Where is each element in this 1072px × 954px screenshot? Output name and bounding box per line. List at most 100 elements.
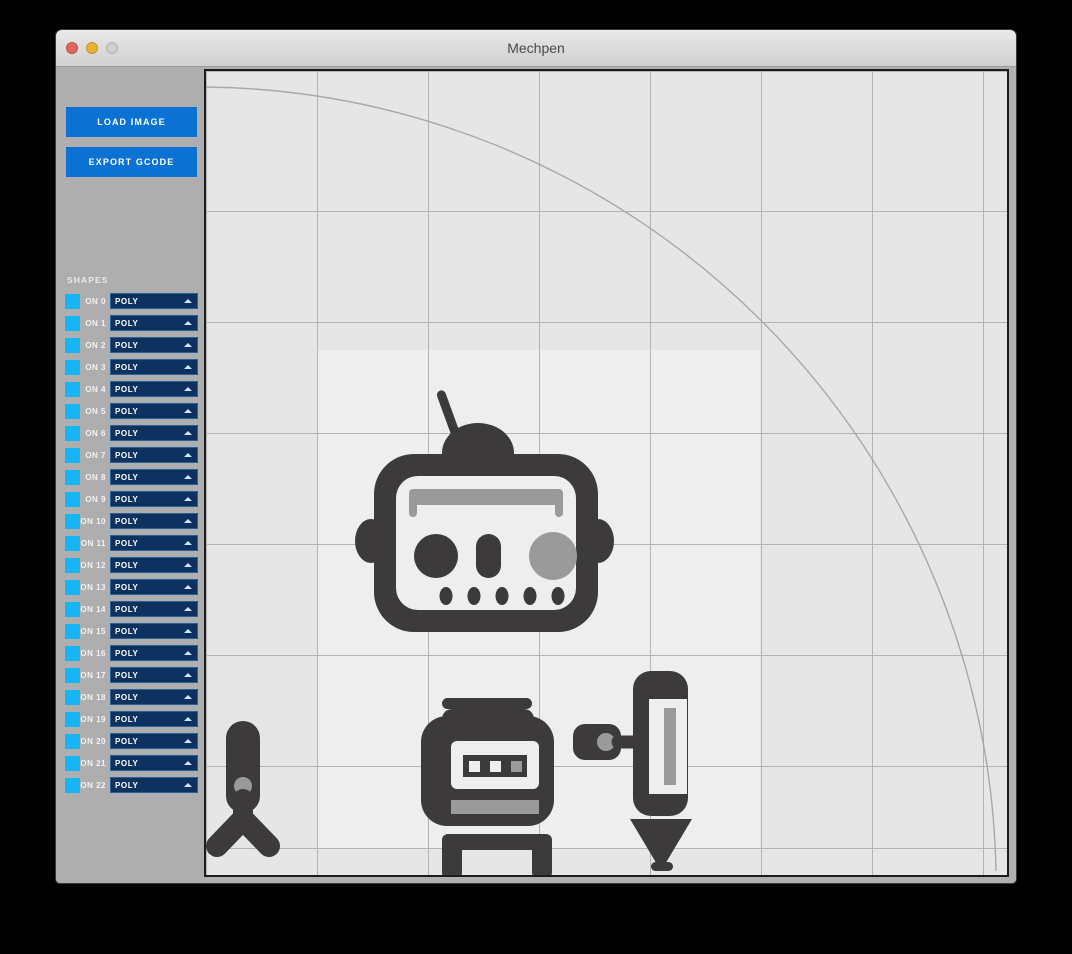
shape-color-swatch[interactable] bbox=[65, 381, 80, 397]
shape-type-select[interactable]: POLY bbox=[110, 293, 198, 309]
chevron-up-icon bbox=[184, 453, 192, 457]
shape-row: ON 15 POLY bbox=[65, 623, 204, 639]
shape-row: ON 16 POLY bbox=[65, 645, 204, 661]
shape-type-value: POLY bbox=[115, 406, 139, 416]
shape-type-select[interactable]: POLY bbox=[110, 645, 198, 661]
shape-toggle-label[interactable]: ON 8 bbox=[80, 473, 110, 482]
shape-type-select[interactable]: POLY bbox=[110, 711, 198, 727]
shape-type-select[interactable]: POLY bbox=[110, 579, 198, 595]
shape-toggle-label[interactable]: ON 7 bbox=[80, 451, 110, 460]
shape-color-swatch[interactable] bbox=[65, 579, 80, 595]
shape-toggle-label[interactable]: ON 19 bbox=[80, 715, 110, 724]
shape-color-swatch[interactable] bbox=[65, 359, 80, 375]
shape-color-swatch[interactable] bbox=[65, 315, 80, 331]
robot-head bbox=[355, 454, 614, 632]
shape-color-swatch[interactable] bbox=[65, 645, 80, 661]
shape-color-swatch[interactable] bbox=[65, 403, 80, 419]
shape-toggle-label[interactable]: ON 20 bbox=[80, 737, 110, 746]
shape-type-value: POLY bbox=[115, 494, 139, 504]
shape-color-swatch[interactable] bbox=[65, 425, 80, 441]
shape-type-select[interactable]: POLY bbox=[110, 447, 198, 463]
chevron-up-icon bbox=[184, 541, 192, 545]
shape-toggle-label[interactable]: ON 22 bbox=[80, 781, 110, 790]
shape-type-value: POLY bbox=[115, 648, 139, 658]
shape-toggle-label[interactable]: ON 17 bbox=[80, 671, 110, 680]
export-gcode-button[interactable]: EXPORT GCODE bbox=[66, 147, 197, 177]
shape-toggle-label[interactable]: ON 5 bbox=[80, 407, 110, 416]
shape-toggle-label[interactable]: ON 14 bbox=[80, 605, 110, 614]
shape-type-value: POLY bbox=[115, 736, 139, 746]
shape-type-select[interactable]: POLY bbox=[110, 403, 198, 419]
shape-type-select[interactable]: POLY bbox=[110, 491, 198, 507]
canvas-frame[interactable] bbox=[204, 69, 1009, 877]
shape-color-swatch[interactable] bbox=[65, 491, 80, 507]
chevron-up-icon bbox=[184, 651, 192, 655]
shape-toggle-label[interactable]: ON 10 bbox=[80, 517, 110, 526]
shape-type-select[interactable]: POLY bbox=[110, 513, 198, 529]
shape-color-swatch[interactable] bbox=[65, 733, 80, 749]
window-titlebar[interactable]: Mechpen bbox=[56, 30, 1016, 67]
shape-color-swatch[interactable] bbox=[65, 755, 80, 771]
shape-color-swatch[interactable] bbox=[65, 337, 80, 353]
shape-type-select[interactable]: POLY bbox=[110, 623, 198, 639]
shape-row: ON 2 POLY bbox=[65, 337, 204, 353]
load-image-button[interactable]: LOAD IMAGE bbox=[66, 107, 197, 137]
shape-toggle-label[interactable]: ON 15 bbox=[80, 627, 110, 636]
shape-type-select[interactable]: POLY bbox=[110, 359, 198, 375]
shape-type-select[interactable]: POLY bbox=[110, 535, 198, 551]
shape-row: ON 6 POLY bbox=[65, 425, 204, 441]
shape-color-swatch[interactable] bbox=[65, 623, 80, 639]
shape-type-select[interactable]: POLY bbox=[110, 557, 198, 573]
chevron-up-icon bbox=[184, 563, 192, 567]
shape-type-select[interactable]: POLY bbox=[110, 469, 198, 485]
shape-type-select[interactable]: POLY bbox=[110, 601, 198, 617]
export-gcode-label: EXPORT GCODE bbox=[88, 157, 175, 167]
shape-toggle-label[interactable]: ON 0 bbox=[80, 297, 110, 306]
shape-color-swatch[interactable] bbox=[65, 513, 80, 529]
shape-toggle-label[interactable]: ON 11 bbox=[80, 539, 110, 548]
shape-toggle-label[interactable]: ON 9 bbox=[80, 495, 110, 504]
shape-toggle-label[interactable]: ON 6 bbox=[80, 429, 110, 438]
shape-color-swatch[interactable] bbox=[65, 557, 80, 573]
shape-type-select[interactable]: POLY bbox=[110, 425, 198, 441]
shape-type-select[interactable]: POLY bbox=[110, 667, 198, 683]
shape-color-swatch[interactable] bbox=[65, 447, 80, 463]
shape-row: ON 11 POLY bbox=[65, 535, 204, 551]
shape-type-value: POLY bbox=[115, 516, 139, 526]
chevron-up-icon bbox=[184, 761, 192, 765]
shape-type-select[interactable]: POLY bbox=[110, 315, 198, 331]
shape-row: ON 21 POLY bbox=[65, 755, 204, 771]
shape-type-select[interactable]: POLY bbox=[110, 381, 198, 397]
shape-toggle-label[interactable]: ON 12 bbox=[80, 561, 110, 570]
shape-type-select[interactable]: POLY bbox=[110, 689, 198, 705]
shape-color-swatch[interactable] bbox=[65, 689, 80, 705]
shape-color-swatch[interactable] bbox=[65, 293, 80, 309]
shape-row: ON 20 POLY bbox=[65, 733, 204, 749]
shape-type-select[interactable]: POLY bbox=[110, 337, 198, 353]
shape-type-select[interactable]: POLY bbox=[110, 733, 198, 749]
shape-toggle-label[interactable]: ON 18 bbox=[80, 693, 110, 702]
shapes-heading: SHAPES bbox=[67, 275, 109, 285]
shape-type-value: POLY bbox=[115, 714, 139, 724]
shape-toggle-label[interactable]: ON 13 bbox=[80, 583, 110, 592]
shape-type-value: POLY bbox=[115, 450, 139, 460]
chevron-up-icon bbox=[184, 607, 192, 611]
shape-toggle-label[interactable]: ON 3 bbox=[80, 363, 110, 372]
shape-color-swatch[interactable] bbox=[65, 711, 80, 727]
shape-color-swatch[interactable] bbox=[65, 469, 80, 485]
shape-color-swatch[interactable] bbox=[65, 601, 80, 617]
shape-toggle-label[interactable]: ON 2 bbox=[80, 341, 110, 350]
robot-neck bbox=[442, 698, 532, 709]
shape-toggle-label[interactable]: ON 1 bbox=[80, 319, 110, 328]
shape-toggle-label[interactable]: ON 21 bbox=[80, 759, 110, 768]
shape-color-swatch[interactable] bbox=[65, 667, 80, 683]
chevron-up-icon bbox=[184, 431, 192, 435]
shape-type-select[interactable]: POLY bbox=[110, 755, 198, 771]
canvas-surface[interactable] bbox=[206, 71, 1007, 875]
shape-type-select[interactable]: POLY bbox=[110, 777, 198, 793]
shape-toggle-label[interactable]: ON 16 bbox=[80, 649, 110, 658]
shape-toggle-label[interactable]: ON 4 bbox=[80, 385, 110, 394]
pen-tool bbox=[630, 671, 692, 871]
shape-color-swatch[interactable] bbox=[65, 777, 80, 793]
shape-color-swatch[interactable] bbox=[65, 535, 80, 551]
